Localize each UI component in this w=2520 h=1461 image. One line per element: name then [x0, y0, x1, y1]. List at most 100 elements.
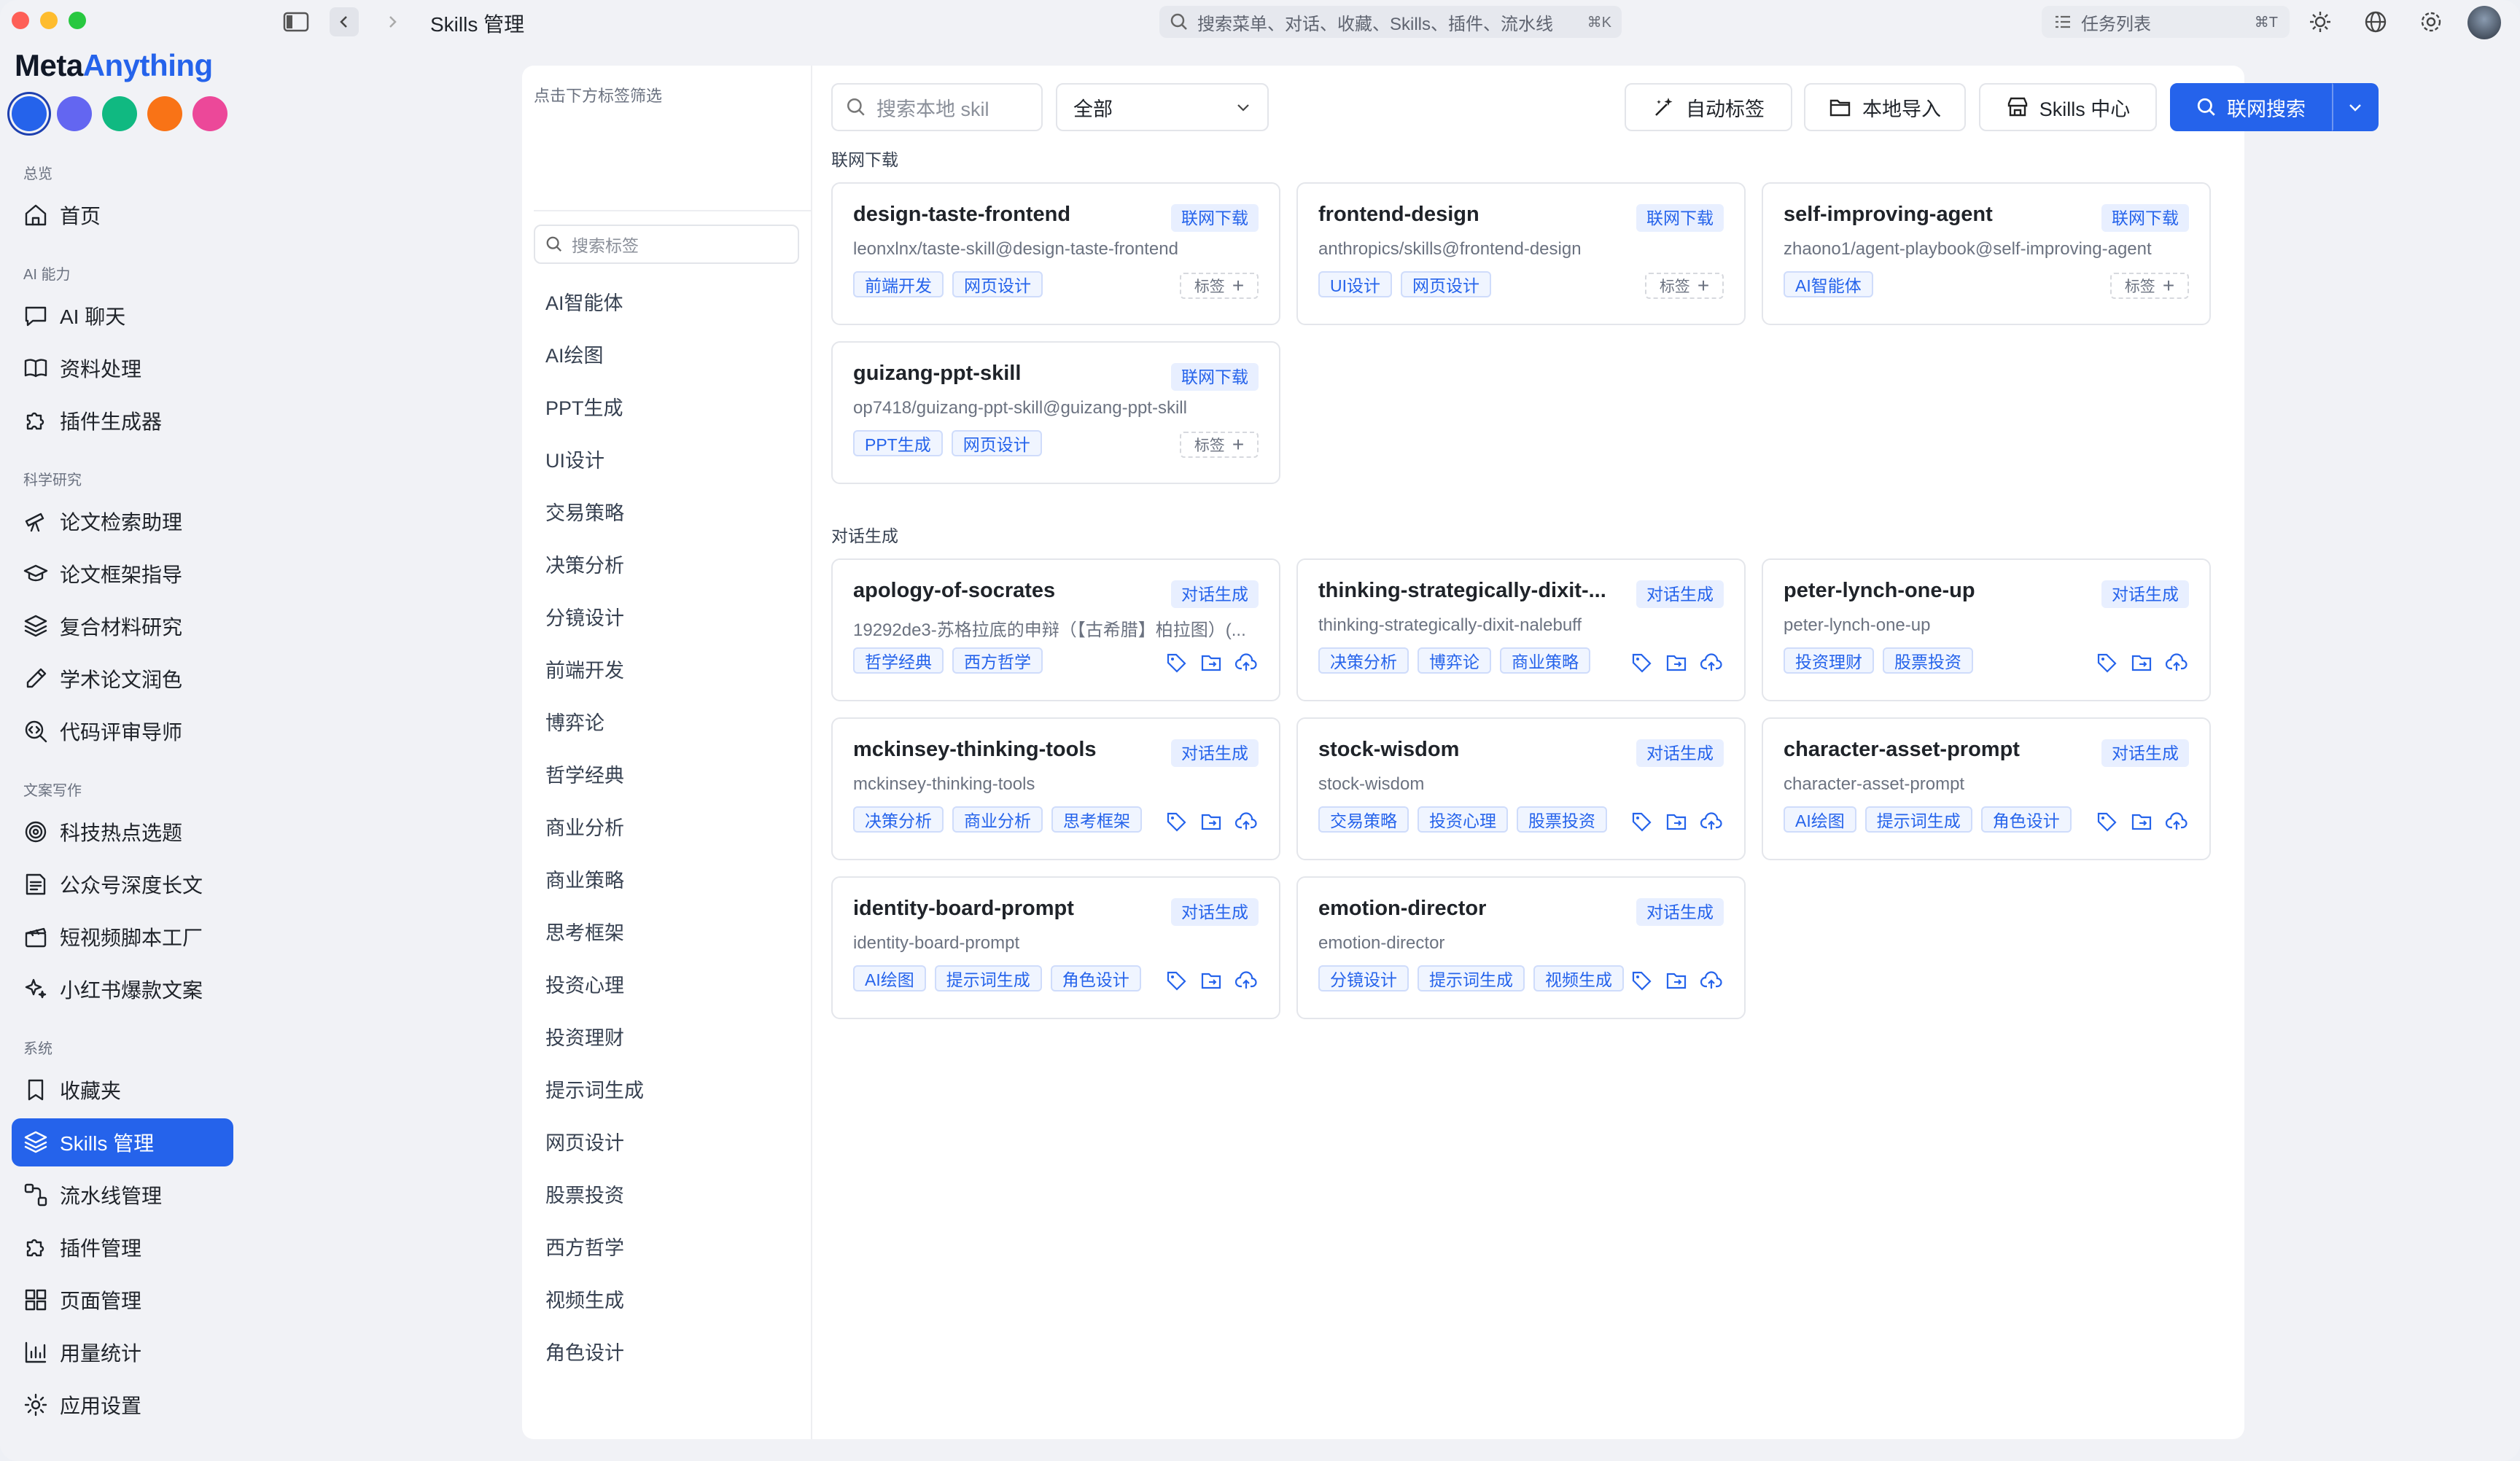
skill-tag-chip[interactable]: 网页设计 — [951, 430, 1042, 456]
sidebar-item[interactable]: 插件管理 — [12, 1223, 233, 1271]
skill-card[interactable]: character-asset-prompt 对话生成 character-asse… — [1762, 717, 2211, 860]
skill-tag-chip[interactable]: 思考框架 — [1051, 806, 1142, 833]
folder-export-icon[interactable] — [2129, 809, 2154, 834]
tag-filter-item[interactable]: 视频生成 — [545, 1274, 644, 1327]
skills-center-button[interactable]: Skills 中心 — [1979, 83, 2157, 131]
tag-filter-item[interactable]: 股票投资 — [545, 1169, 644, 1222]
sidebar-toggle-icon[interactable] — [281, 7, 311, 36]
folder-export-icon[interactable] — [1199, 968, 1224, 993]
skill-tag-chip[interactable]: 哲学经典 — [853, 647, 944, 674]
tag-filter-item[interactable]: 博弈论 — [545, 697, 644, 749]
tag-filter-item[interactable]: 西方哲学 — [545, 1222, 644, 1274]
skill-tag-chip[interactable]: 提示词生成 — [1864, 806, 1972, 833]
sidebar-item[interactable]: 公众号深度长文 — [12, 860, 233, 908]
tag-filter-item[interactable]: 角色设计 — [545, 1327, 644, 1379]
tag-filter-item[interactable]: 网页设计 — [545, 1117, 644, 1169]
cloud-upload-icon[interactable] — [1234, 968, 1259, 993]
skill-card[interactable]: stock-wisdom 对话生成 stock-wisdom 交易策略 投资心理 股票投资 — [1296, 717, 1746, 860]
user-avatar[interactable] — [2468, 6, 2501, 39]
theme-swatch[interactable] — [12, 96, 47, 131]
tag-filter-item[interactable]: AI智能体 — [545, 277, 644, 330]
sidebar-item[interactable]: AI 聊天 — [12, 292, 233, 340]
forward-icon[interactable] — [378, 7, 407, 36]
folder-export-icon[interactable] — [2129, 650, 2154, 675]
tag-filter-item[interactable]: 决策分析 — [545, 539, 644, 592]
skill-tag-chip[interactable]: 投资心理 — [1418, 806, 1508, 833]
cloud-upload-icon[interactable] — [1699, 650, 1724, 675]
skill-tag-chip[interactable]: PPT生成 — [853, 430, 943, 456]
skill-card[interactable]: peter-lynch-one-up 对话生成 peter-lynch-one-up… — [1762, 558, 2211, 701]
web-search-button[interactable]: 联网搜索 — [2170, 83, 2332, 131]
sidebar-item[interactable]: 应用设置 — [12, 1381, 233, 1429]
skill-card[interactable]: identity-board-prompt 对话生成 identity-board-… — [831, 876, 1280, 1019]
skill-tag-chip[interactable]: 角色设计 — [1050, 965, 1141, 991]
folder-export-icon[interactable] — [1199, 650, 1224, 675]
add-tag-button[interactable]: 标签 + — [1180, 273, 1259, 299]
skill-tag-chip[interactable]: 博弈论 — [1418, 647, 1491, 674]
settings-gear-icon[interactable] — [2416, 7, 2446, 36]
close-window-button[interactable] — [12, 12, 29, 29]
skill-tag-chip[interactable]: 西方哲学 — [952, 647, 1043, 674]
tag-icon[interactable] — [1164, 809, 1189, 834]
cloud-upload-icon[interactable] — [1699, 809, 1724, 834]
folder-export-icon[interactable] — [1664, 968, 1689, 993]
tag-filter-item[interactable]: 商业策略 — [545, 854, 644, 907]
theme-swatch[interactable] — [102, 96, 137, 131]
sidebar-item[interactable]: 论文框架指导 — [12, 550, 233, 598]
skill-tag-chip[interactable]: 网页设计 — [952, 271, 1043, 297]
skill-tag-chip[interactable]: 前端开发 — [853, 271, 944, 297]
minimize-window-button[interactable] — [40, 12, 58, 29]
skill-card[interactable]: guizang-ppt-skill 联网下载 op7418/guizang-ppt-… — [831, 341, 1280, 484]
add-tag-button[interactable]: 标签 + — [1645, 273, 1724, 299]
cloud-upload-icon[interactable] — [1234, 809, 1259, 834]
tag-filter-item[interactable]: 思考框架 — [545, 907, 644, 959]
sidebar-item[interactable]: 收藏夹 — [12, 1066, 233, 1114]
tag-icon[interactable] — [1164, 968, 1189, 993]
skill-tag-chip[interactable]: 提示词生成 — [934, 965, 1042, 991]
skill-tag-chip[interactable]: 角色设计 — [1980, 806, 2072, 833]
task-list-button[interactable]: 任务列表 ⌘T — [2042, 6, 2290, 38]
tag-icon[interactable] — [2094, 809, 2119, 834]
zoom-window-button[interactable] — [69, 12, 86, 29]
language-globe-icon[interactable] — [2361, 7, 2390, 36]
skill-tag-chip[interactable]: 分镜设计 — [1318, 965, 1409, 991]
cloud-upload-icon[interactable] — [1699, 968, 1724, 993]
skill-tag-chip[interactable]: 商业分析 — [952, 806, 1043, 833]
tag-icon[interactable] — [2094, 650, 2119, 675]
sidebar-item[interactable]: 流水线管理 — [12, 1171, 233, 1219]
auto-tag-button[interactable]: 自动标签 — [1625, 83, 1792, 131]
skill-tag-chip[interactable]: UI设计 — [1318, 271, 1392, 297]
tag-icon[interactable] — [1629, 809, 1654, 834]
scope-select[interactable]: 全部 — [1056, 83, 1269, 131]
tag-filter-item[interactable]: UI设计 — [545, 435, 644, 487]
sidebar-item[interactable]: 论文检索助理 — [12, 497, 233, 545]
tag-filter-item[interactable]: 分镜设计 — [545, 592, 644, 644]
sidebar-item[interactable]: 科技热点选题 — [12, 808, 233, 856]
skill-card[interactable]: emotion-director 对话生成 emotion-director 分镜设计… — [1296, 876, 1746, 1019]
skill-card[interactable]: self-improving-agent 联网下载 zhaono1/agent-pl… — [1762, 182, 2211, 325]
skill-card[interactable]: design-taste-frontend 联网下载 leonxlnx/taste-… — [831, 182, 1280, 325]
skill-tag-chip[interactable]: 股票投资 — [1517, 806, 1607, 833]
skill-tag-chip[interactable]: AI绘图 — [853, 965, 926, 991]
local-skill-search-input[interactable]: 搜索本地 skil — [831, 83, 1043, 131]
skill-tag-chip[interactable]: 交易策略 — [1318, 806, 1409, 833]
folder-export-icon[interactable] — [1664, 650, 1689, 675]
tag-filter-item[interactable]: 投资心理 — [545, 959, 644, 1012]
add-tag-button[interactable]: 标签 + — [1180, 432, 1259, 458]
skill-card[interactable]: thinking-strategically-dixit-... 对话生成 thin… — [1296, 558, 1746, 701]
theme-swatch[interactable] — [57, 96, 92, 131]
sidebar-item[interactable]: 短视频脚本工厂 — [12, 913, 233, 961]
tag-filter-item[interactable]: 投资理财 — [545, 1012, 644, 1064]
add-tag-button[interactable]: 标签 + — [2110, 273, 2189, 299]
sidebar-item[interactable]: 小红书爆款文案 — [12, 965, 233, 1013]
back-icon[interactable] — [330, 7, 359, 36]
skill-tag-chip[interactable]: AI智能体 — [1784, 271, 1873, 297]
skill-tag-chip[interactable]: 投资理财 — [1784, 647, 1874, 674]
folder-export-icon[interactable] — [1664, 809, 1689, 834]
tag-filter-item[interactable]: AI绘图 — [545, 330, 644, 382]
sidebar-item[interactable]: 代码评审导师 — [12, 707, 233, 755]
cloud-upload-icon[interactable] — [2164, 650, 2189, 675]
skill-tag-chip[interactable]: 网页设计 — [1401, 271, 1491, 297]
cloud-upload-icon[interactable] — [1234, 650, 1259, 675]
tag-filter-item[interactable]: PPT生成 — [545, 382, 644, 435]
